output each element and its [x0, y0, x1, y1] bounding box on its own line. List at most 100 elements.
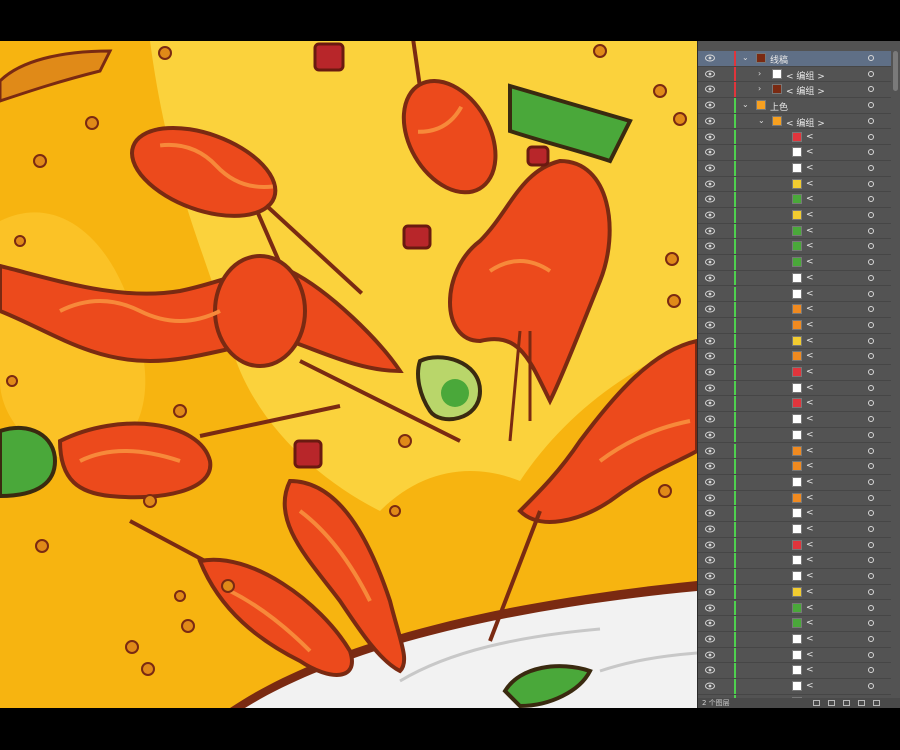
target-circle-icon[interactable] [868, 353, 874, 360]
target-circle-icon[interactable] [868, 117, 874, 124]
layer-row[interactable]: ⌄ < 编组 > [698, 113, 891, 130]
target-circle-icon[interactable] [868, 321, 874, 328]
eye-icon[interactable] [705, 290, 715, 298]
layer-row[interactable]: < [698, 349, 891, 365]
target-circle-icon[interactable] [868, 243, 874, 250]
layer-row[interactable]: < [698, 631, 891, 648]
target-circle-icon[interactable] [868, 651, 874, 658]
layer-row[interactable]: < [698, 584, 891, 601]
layer-row[interactable]: < [698, 286, 891, 303]
target-circle-icon[interactable] [868, 667, 874, 674]
layer-row[interactable]: < [698, 490, 891, 507]
layer-row[interactable]: › < 编组 > [698, 66, 891, 83]
eye-icon[interactable] [705, 242, 715, 250]
eye-icon[interactable] [705, 148, 715, 156]
target-circle-icon[interactable] [868, 133, 874, 140]
target-circle-icon[interactable] [868, 102, 874, 109]
target-circle-icon[interactable] [868, 683, 874, 689]
eye-icon[interactable] [705, 415, 715, 423]
layer-row[interactable]: < [698, 129, 891, 146]
eye-icon[interactable] [705, 368, 715, 376]
delete-layer-icon[interactable] [873, 700, 880, 706]
target-circle-icon[interactable] [868, 604, 874, 611]
layer-row[interactable]: < [698, 427, 891, 444]
target-circle-icon[interactable] [868, 431, 874, 438]
eye-icon[interactable] [705, 494, 715, 502]
target-circle-icon[interactable] [868, 180, 874, 187]
target-circle-icon[interactable] [868, 227, 874, 234]
layer-row[interactable]: < [698, 380, 891, 397]
target-circle-icon[interactable] [868, 526, 874, 532]
eye-icon[interactable] [705, 180, 715, 188]
layer-row[interactable]: < [698, 537, 891, 554]
target-circle-icon[interactable] [868, 212, 874, 218]
target-circle-icon[interactable] [868, 259, 874, 266]
target-circle-icon[interactable] [868, 290, 874, 297]
target-circle-icon[interactable] [868, 557, 874, 564]
layer-row[interactable]: < [698, 255, 891, 271]
chevron-down-icon[interactable]: ⌄ [758, 116, 765, 125]
layer-row[interactable]: < [698, 396, 891, 413]
target-circle-icon[interactable] [868, 274, 874, 281]
artboard-canvas[interactable] [0, 41, 697, 708]
eye-icon[interactable] [705, 101, 715, 109]
layers-panel[interactable]: ⌄ 线稿 › < 编组 > › < 编组 > ⌄ 上色 ⌄ < 编组 > < < < < < < < < < < < < <… [697, 41, 900, 708]
eye-icon[interactable] [705, 258, 715, 266]
eye-icon[interactable] [705, 509, 715, 517]
target-circle-icon[interactable] [868, 588, 874, 595]
target-circle-icon[interactable] [868, 306, 874, 313]
target-circle-icon[interactable] [868, 447, 874, 454]
eye-icon[interactable] [705, 399, 715, 407]
layer-row[interactable]: < [698, 160, 891, 177]
eye-icon[interactable] [705, 478, 715, 486]
target-circle-icon[interactable] [868, 55, 874, 61]
layer-row[interactable]: < [698, 270, 891, 287]
target-circle-icon[interactable] [868, 164, 874, 171]
eye-icon[interactable] [705, 227, 715, 235]
eye-icon[interactable] [705, 321, 715, 329]
layer-row[interactable]: < [698, 443, 891, 460]
eye-icon[interactable] [705, 133, 715, 141]
eye-icon[interactable] [705, 337, 715, 345]
eye-icon[interactable] [705, 384, 715, 392]
eye-icon[interactable] [705, 541, 715, 549]
eye-icon[interactable] [705, 54, 715, 62]
target-circle-icon[interactable] [868, 620, 874, 627]
eye-icon[interactable] [705, 525, 715, 533]
layer-row[interactable]: < [698, 208, 891, 224]
layer-row[interactable]: < [698, 239, 891, 256]
target-circle-icon[interactable] [868, 478, 874, 485]
chevron-down-icon[interactable]: ⌄ [742, 100, 749, 109]
chevron-right-icon[interactable]: › [758, 84, 761, 93]
make-clipping-mask-icon[interactable] [828, 700, 835, 706]
layer-row[interactable]: ⌄ 上色 [698, 98, 891, 114]
layer-row[interactable]: < [698, 317, 891, 334]
layer-row[interactable]: < [698, 663, 891, 679]
layer-row[interactable]: ⌄ 线稿 [698, 51, 891, 67]
eye-icon[interactable] [705, 117, 715, 125]
eye-icon[interactable] [705, 85, 715, 93]
target-circle-icon[interactable] [868, 369, 874, 375]
layer-row[interactable]: < [698, 647, 891, 664]
eye-icon[interactable] [705, 619, 715, 627]
new-layer-icon[interactable] [858, 700, 865, 706]
chevron-down-icon[interactable]: ⌄ [742, 53, 749, 62]
eye-icon[interactable] [705, 666, 715, 674]
layer-row[interactable]: < [698, 176, 891, 193]
eye-icon[interactable] [705, 274, 715, 282]
target-circle-icon[interactable] [868, 196, 874, 203]
target-circle-icon[interactable] [868, 635, 874, 642]
eye-icon[interactable] [705, 651, 715, 659]
target-circle-icon[interactable] [868, 70, 874, 77]
layer-row[interactable]: < [698, 412, 891, 428]
eye-icon[interactable] [705, 462, 715, 470]
layer-row[interactable]: < [698, 616, 891, 632]
chevron-right-icon[interactable]: › [758, 69, 761, 78]
layer-row[interactable]: › < 编组 > [698, 82, 891, 99]
eye-icon[interactable] [705, 352, 715, 360]
eye-icon[interactable] [705, 556, 715, 564]
eye-icon[interactable] [705, 588, 715, 596]
layer-row[interactable]: < [698, 365, 891, 381]
eye-icon[interactable] [705, 604, 715, 612]
target-circle-icon[interactable] [868, 400, 874, 407]
